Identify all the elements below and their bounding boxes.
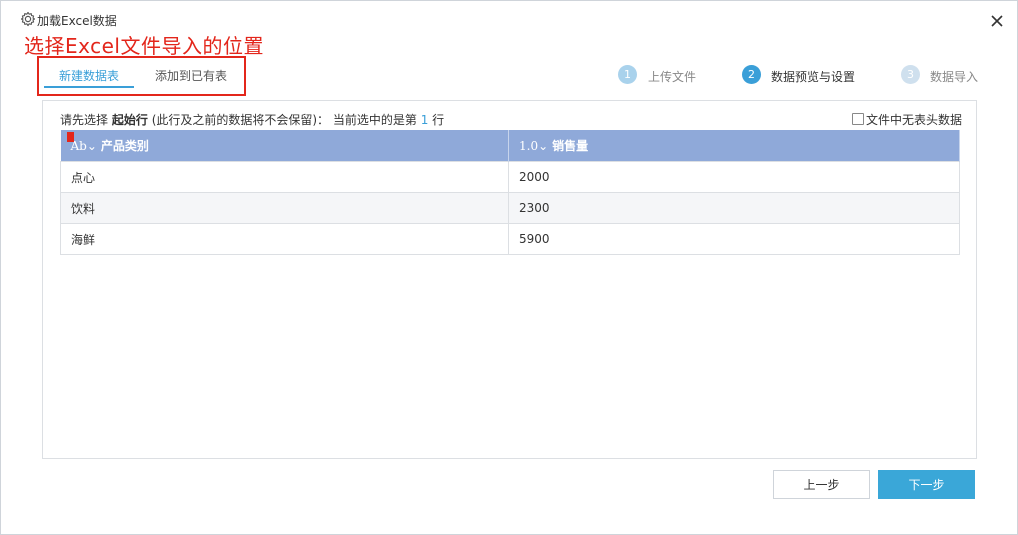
table-cell: 2300	[508, 192, 960, 224]
next-step-button[interactable]: 下一步	[878, 470, 975, 499]
table-row[interactable]: 饮料 2300	[60, 192, 960, 224]
step-1-label: 上传文件	[648, 70, 697, 84]
hint-start-row: 起始行	[111, 113, 148, 127]
start-row-hint: 请先选择 起始行 (此行及之前的数据将不会保留)： 当前选中的是第 1 行	[60, 111, 444, 128]
step-2-circle: 2	[742, 65, 761, 84]
table-cell: 海鲜	[60, 223, 509, 255]
step-3-circle: 3	[901, 65, 920, 84]
text-type-dropdown[interactable]: Ab⌄	[71, 139, 97, 153]
column-name: 销售量	[552, 139, 589, 153]
previous-step-button[interactable]: 上一步	[773, 470, 870, 499]
column-header-category[interactable]: Ab⌄ 产品类别	[60, 130, 509, 162]
tab-append-existing-table[interactable]: 添加到已有表	[155, 67, 227, 84]
column-name: 产品类别	[100, 139, 149, 153]
close-icon[interactable]	[987, 11, 1007, 31]
step-2-label: 数据预览与设置	[771, 70, 856, 84]
column-header-sales[interactable]: 1.0⌄ 销售量	[508, 130, 960, 162]
table-row[interactable]: 点心 2000	[60, 161, 960, 193]
hint-prefix: 请先选择	[60, 113, 109, 127]
no-header-option[interactable]: 文件中无表头数据	[852, 111, 962, 128]
number-type-dropdown[interactable]: 1.0⌄	[519, 139, 548, 153]
hint-row-number: 1	[420, 113, 429, 127]
table-cell: 点心	[60, 161, 509, 193]
annotation-text: 选择Excel文件导入的位置	[24, 34, 264, 58]
gear-icon	[20, 11, 36, 27]
step-1-circle: 1	[618, 65, 637, 84]
hint-middle: (此行及之前的数据将不会保留)： 当前选中的是第	[151, 113, 417, 127]
no-header-label: 文件中无表头数据	[866, 113, 963, 127]
table-row[interactable]: 海鲜 5900	[60, 223, 960, 255]
tab-new-table[interactable]: 新建数据表	[59, 67, 119, 84]
table-cell: 饮料	[60, 192, 509, 224]
no-header-checkbox[interactable]	[852, 113, 864, 125]
table-header-row[interactable]: Ab⌄ 产品类别 1.0⌄ 销售量	[60, 130, 960, 162]
window-title: 加载Excel数据	[37, 14, 117, 28]
step-3-label: 数据导入	[930, 70, 979, 84]
table-cell: 2000	[508, 161, 960, 193]
start-row-flag-icon	[66, 132, 74, 142]
active-tab-underline	[44, 86, 134, 88]
hint-suffix: 行	[432, 113, 445, 127]
data-preview-table: Ab⌄ 产品类别 1.0⌄ 销售量 点心 2000 饮料 2300 海鲜 5900	[60, 130, 960, 255]
table-cell: 5900	[508, 223, 960, 255]
